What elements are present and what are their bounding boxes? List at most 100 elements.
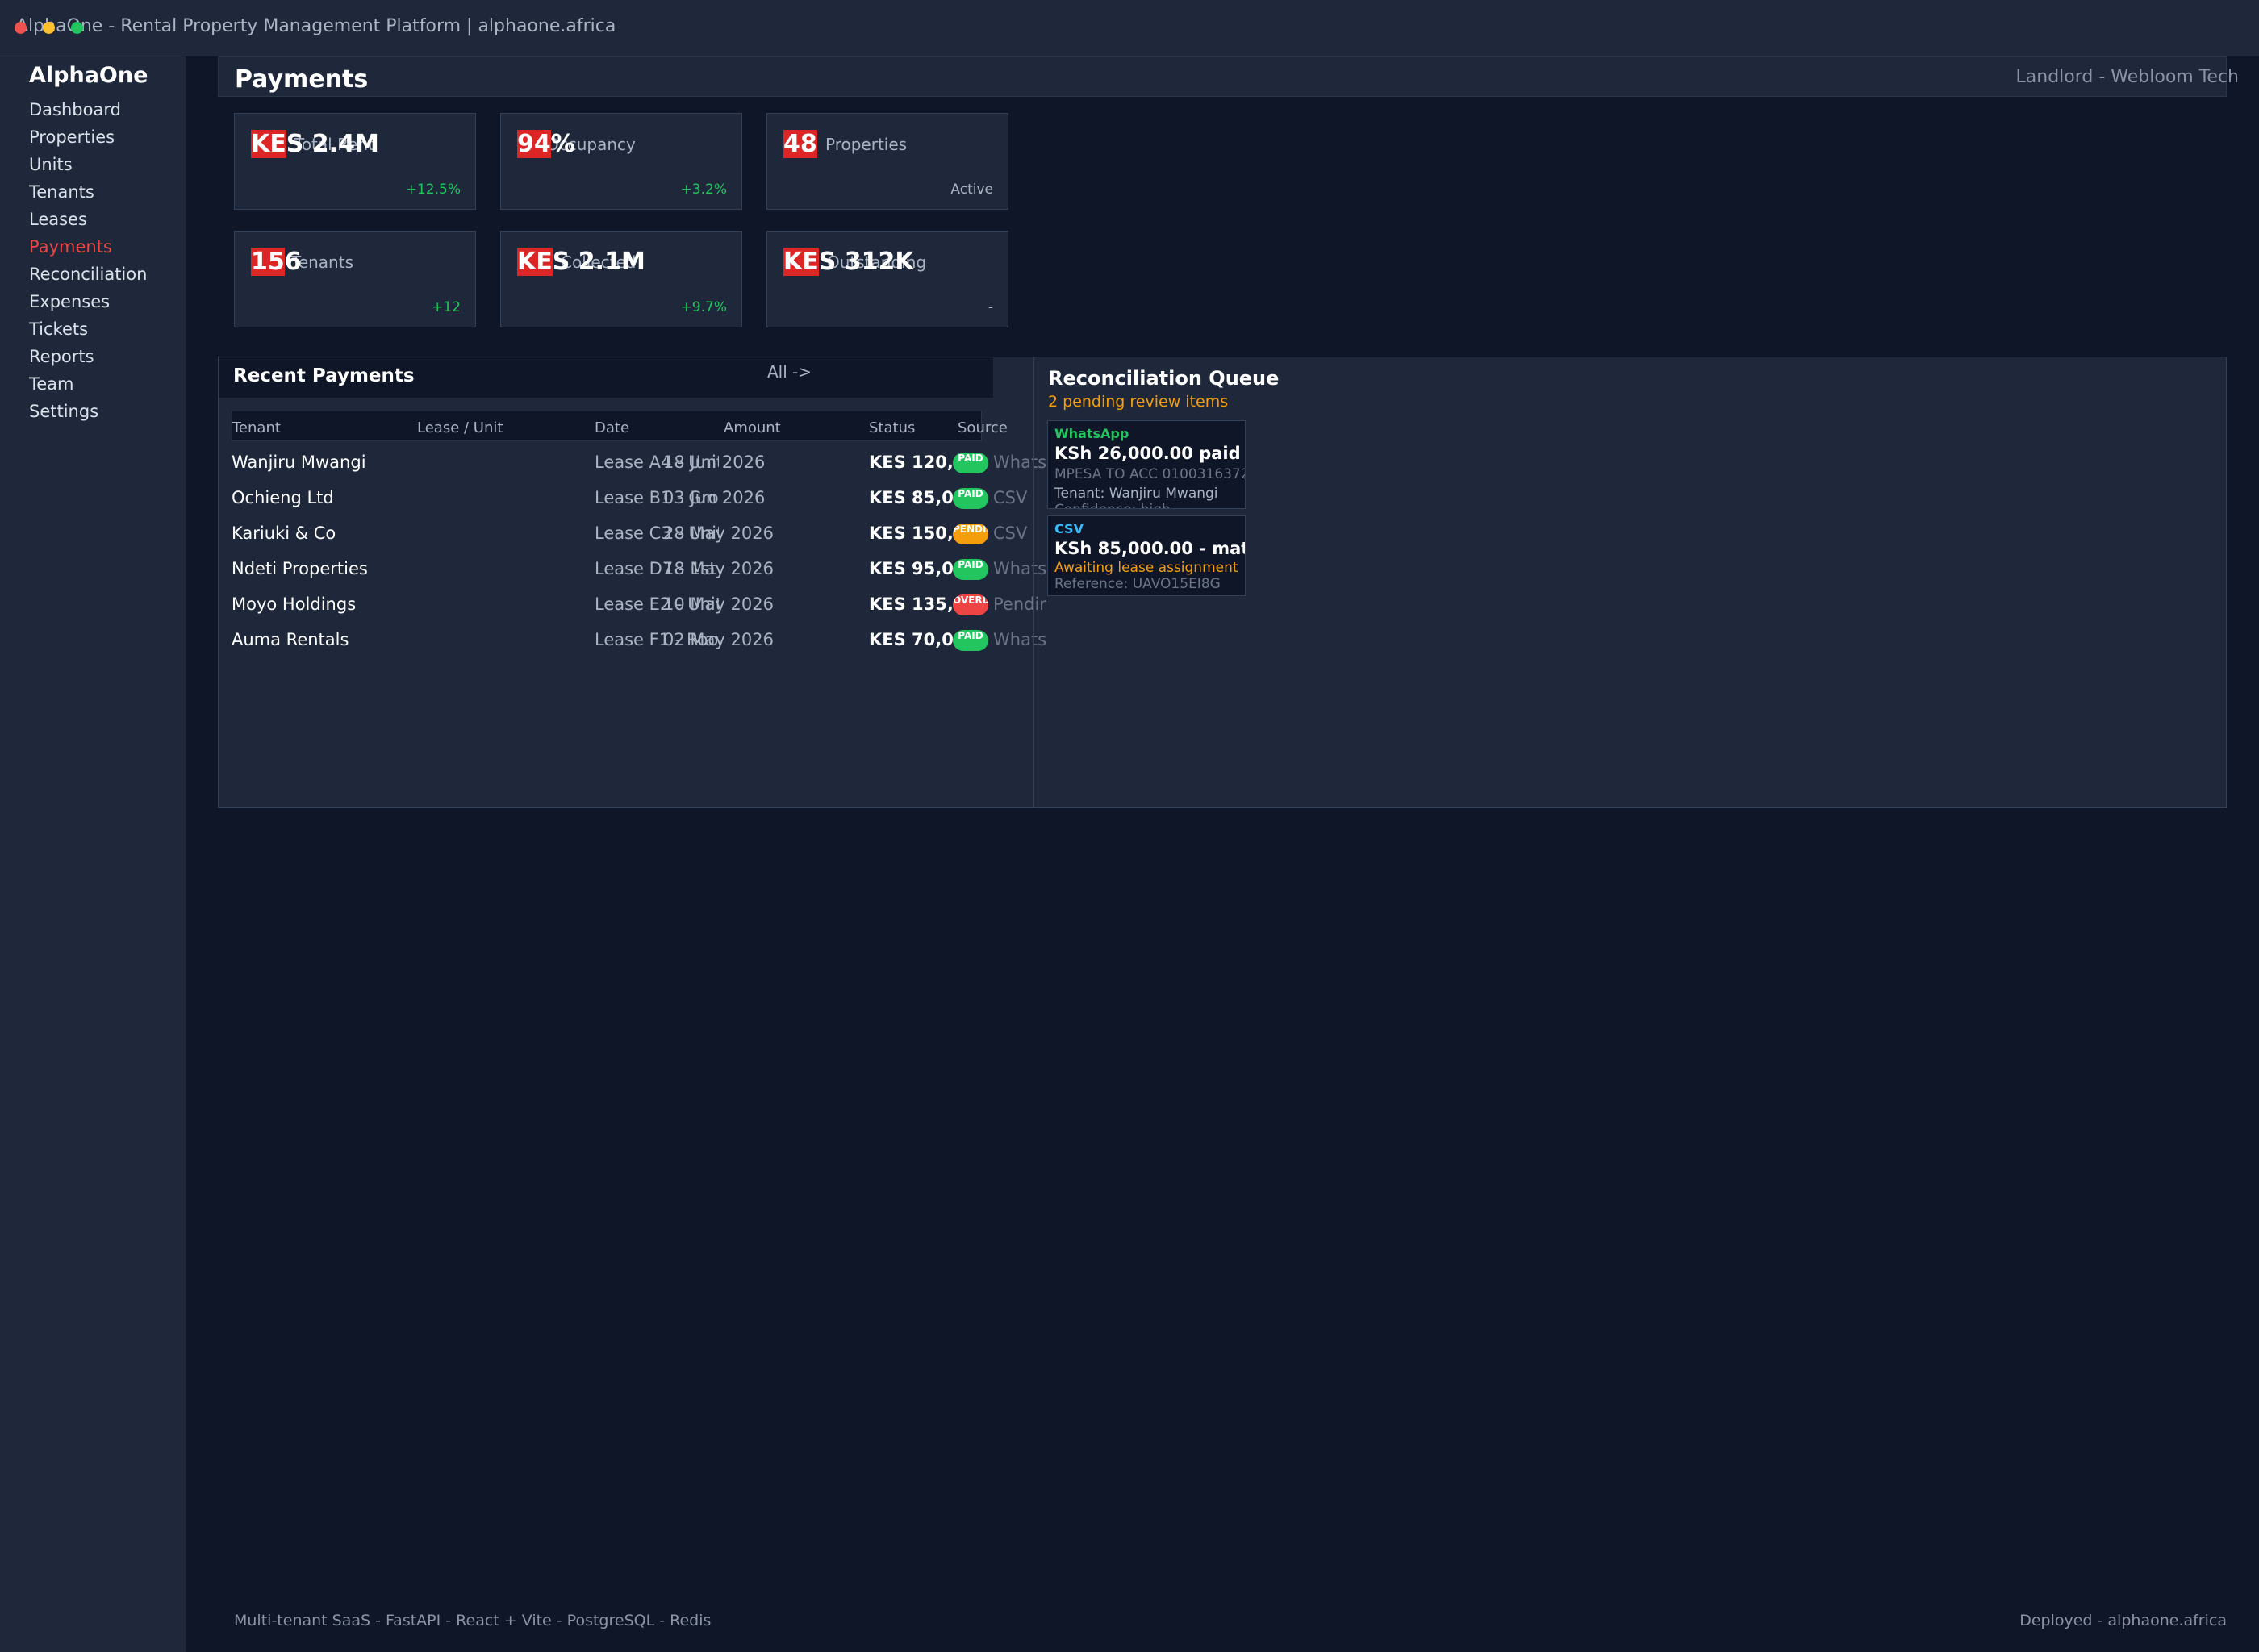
stat-card-collected[interactable]: Collected KES 2.1M +9.7% bbox=[500, 231, 742, 327]
table-row[interactable]: Ochieng Ltd Lease B1 - Ground 03 Jun 202… bbox=[232, 483, 1046, 515]
tenant-cell: Ndeti Properties bbox=[232, 559, 368, 578]
tenant-cell: Wanjiru Mwangi bbox=[232, 453, 366, 472]
user-role-label[interactable]: Landlord - Webloom Tech bbox=[2016, 67, 2239, 87]
minimize-window-icon[interactable] bbox=[43, 22, 55, 34]
table-row[interactable]: Kariuki & Co Lease C3 - Unit 5B 28 May 2… bbox=[232, 519, 1046, 551]
amount-cell: KES 150,000 bbox=[869, 524, 954, 543]
reconciliation-detail: Awaiting lease assignment bbox=[1054, 560, 1238, 576]
sidebar-item-units[interactable]: Units bbox=[29, 153, 147, 181]
stat-card-occupancy[interactable]: Occupancy 94% +3.2% bbox=[500, 113, 742, 210]
stat-card-properties[interactable]: Properties 48 Active bbox=[766, 113, 1008, 210]
date-cell: 18 Jun 2026 bbox=[663, 453, 766, 472]
amount-cell: KES 135,000 bbox=[869, 594, 954, 614]
reconciliation-item[interactable]: CSV KSh 85,000.00 - matched Awaiting lea… bbox=[1047, 515, 1246, 596]
reconciliation-detail: MPESA TO ACC 0100316372900... bbox=[1054, 466, 1245, 482]
reconciliation-confidence: Confidence: high bbox=[1054, 502, 1171, 508]
stat-delta: +12.5% bbox=[405, 181, 461, 198]
amount-cell: KES 70,000 bbox=[869, 630, 954, 649]
column-header-status[interactable]: Status bbox=[869, 419, 915, 436]
close-window-icon[interactable] bbox=[15, 22, 27, 34]
reconciliation-amount: KSh 85,000.00 - matched bbox=[1054, 539, 1246, 558]
recent-payments-title: Recent Payments bbox=[233, 365, 415, 386]
footer-stack-info: Multi-tenant SaaS - FastAPI - React + Vi… bbox=[234, 1612, 712, 1629]
status-badge: PENDING bbox=[953, 524, 988, 544]
tenant-cell: Auma Rentals bbox=[232, 630, 349, 649]
sidebar-item-dashboard[interactable]: Dashboard bbox=[29, 98, 147, 126]
sidebar-item-payments[interactable]: Payments bbox=[29, 236, 147, 263]
date-cell: 02 May 2026 bbox=[663, 630, 774, 649]
column-header-lease[interactable]: Lease / Unit bbox=[417, 419, 503, 436]
column-header-date[interactable]: Date bbox=[595, 419, 629, 436]
sidebar-item-properties[interactable]: Properties bbox=[29, 126, 147, 153]
sidebar-item-expenses[interactable]: Expenses bbox=[29, 290, 147, 318]
table-row[interactable]: Wanjiru Mwangi Lease A4 - Unit 12 18 Jun… bbox=[232, 448, 1046, 480]
window-controls bbox=[15, 22, 83, 34]
source-tag: CSV bbox=[1054, 521, 1084, 536]
column-header-amount[interactable]: Amount bbox=[724, 419, 781, 436]
stat-value: 94% bbox=[517, 130, 575, 158]
table-row[interactable]: Auma Rentals Lease F1 - Roof 02 May 2026… bbox=[232, 625, 1046, 657]
source-cell: WhatsApp bbox=[993, 630, 1046, 649]
table-row[interactable]: Moyo Holdings Lease E2 - Unit 3A 10 May … bbox=[232, 590, 1046, 622]
reconciliation-tenant: Tenant: Wanjiru Mwangi bbox=[1054, 486, 1218, 502]
stat-label: Properties bbox=[825, 135, 908, 154]
status-badge: PAID bbox=[953, 488, 988, 509]
source-cell: CSV bbox=[993, 488, 1028, 507]
reconciliation-amount: KSh 26,000.00 paid bbox=[1054, 444, 1241, 463]
sidebar-item-reconciliation[interactable]: Reconciliation bbox=[29, 263, 147, 290]
stat-value: KES 2.4M bbox=[251, 130, 379, 158]
sidebar-item-tenants[interactable]: Tenants bbox=[29, 181, 147, 208]
date-cell: 03 Jun 2026 bbox=[663, 488, 766, 507]
date-cell: 10 May 2026 bbox=[663, 594, 774, 614]
page-title: Payments bbox=[235, 65, 369, 94]
sidebar-nav: Dashboard Properties Units Tenants Lease… bbox=[29, 98, 147, 428]
stat-delta: +9.7% bbox=[680, 299, 727, 315]
stat-value: 156 bbox=[251, 248, 302, 276]
window-title: AlphaOne - Rental Property Management Pl… bbox=[16, 16, 616, 36]
stat-delta: +3.2% bbox=[680, 181, 727, 198]
view-all-link[interactable]: All -> bbox=[767, 362, 812, 382]
reconciliation-queue-title: Reconciliation Queue bbox=[1048, 367, 1280, 390]
sidebar-item-team[interactable]: Team bbox=[29, 373, 147, 400]
footer-deploy-info: Deployed - alphaone.africa bbox=[2019, 1612, 2227, 1629]
panel-divider bbox=[1033, 357, 1034, 807]
page-header: Payments Landlord - Webloom Tech bbox=[218, 56, 2239, 97]
amount-cell: KES 120,000 bbox=[869, 453, 954, 472]
source-cell: CSV bbox=[993, 524, 1028, 543]
sidebar-item-tickets[interactable]: Tickets bbox=[29, 318, 147, 345]
stat-delta: Active bbox=[950, 181, 993, 198]
maximize-window-icon[interactable] bbox=[71, 22, 83, 34]
table-row[interactable]: Ndeti Properties Lease D7 - 1st Flr 18 M… bbox=[232, 554, 1046, 586]
window-titlebar: AlphaOne - Rental Property Management Pl… bbox=[0, 0, 2259, 56]
status-badge: PAID bbox=[953, 630, 988, 651]
stat-value: KES 312K bbox=[783, 248, 914, 276]
source-cell: WhatsApp bbox=[993, 559, 1046, 578]
stat-card-outstanding[interactable]: Outstanding KES 312K - bbox=[766, 231, 1008, 327]
date-cell: 28 May 2026 bbox=[663, 524, 774, 543]
tenant-cell: Kariuki & Co bbox=[232, 524, 336, 543]
payments-table-body: Wanjiru Mwangi Lease A4 - Unit 12 18 Jun… bbox=[232, 448, 1046, 674]
sidebar-item-settings[interactable]: Settings bbox=[29, 400, 147, 428]
source-cell: Pending bbox=[993, 594, 1046, 614]
sidebar-item-reports[interactable]: Reports bbox=[29, 345, 147, 373]
stat-delta: - bbox=[988, 299, 993, 315]
reconciliation-reference: Reference: UAVO15EI8G bbox=[1054, 576, 1221, 592]
column-header-tenant[interactable]: Tenant bbox=[232, 419, 281, 436]
status-badge: OVERDUE bbox=[953, 594, 988, 615]
status-badge: PAID bbox=[953, 453, 988, 473]
recent-payments-header: Recent Payments All -> bbox=[219, 357, 993, 398]
amount-cell: KES 85,000 bbox=[869, 488, 954, 507]
reconciliation-item[interactable]: WhatsApp KSh 26,000.00 paid MPESA TO ACC… bbox=[1047, 420, 1246, 509]
stat-card-total-rent[interactable]: Total Rent KES 2.4M +12.5% bbox=[234, 113, 476, 210]
payments-panel: Recent Payments All -> Tenant Lease / Un… bbox=[218, 357, 2227, 808]
amount-cell: KES 95,000 bbox=[869, 559, 954, 578]
date-cell: 18 May 2026 bbox=[663, 559, 774, 578]
reconciliation-pending-count: 2 pending review items bbox=[1048, 393, 1229, 411]
stat-card-tenants[interactable]: Tenants 156 +12 bbox=[234, 231, 476, 327]
status-badge: PAID bbox=[953, 559, 988, 580]
sidebar: AlphaOne Dashboard Properties Units Tena… bbox=[0, 56, 186, 1652]
brand-logo[interactable]: AlphaOne bbox=[29, 63, 148, 88]
column-header-source[interactable]: Source bbox=[958, 419, 1008, 436]
sidebar-item-leases[interactable]: Leases bbox=[29, 208, 147, 236]
stat-value: 48 bbox=[783, 130, 817, 158]
